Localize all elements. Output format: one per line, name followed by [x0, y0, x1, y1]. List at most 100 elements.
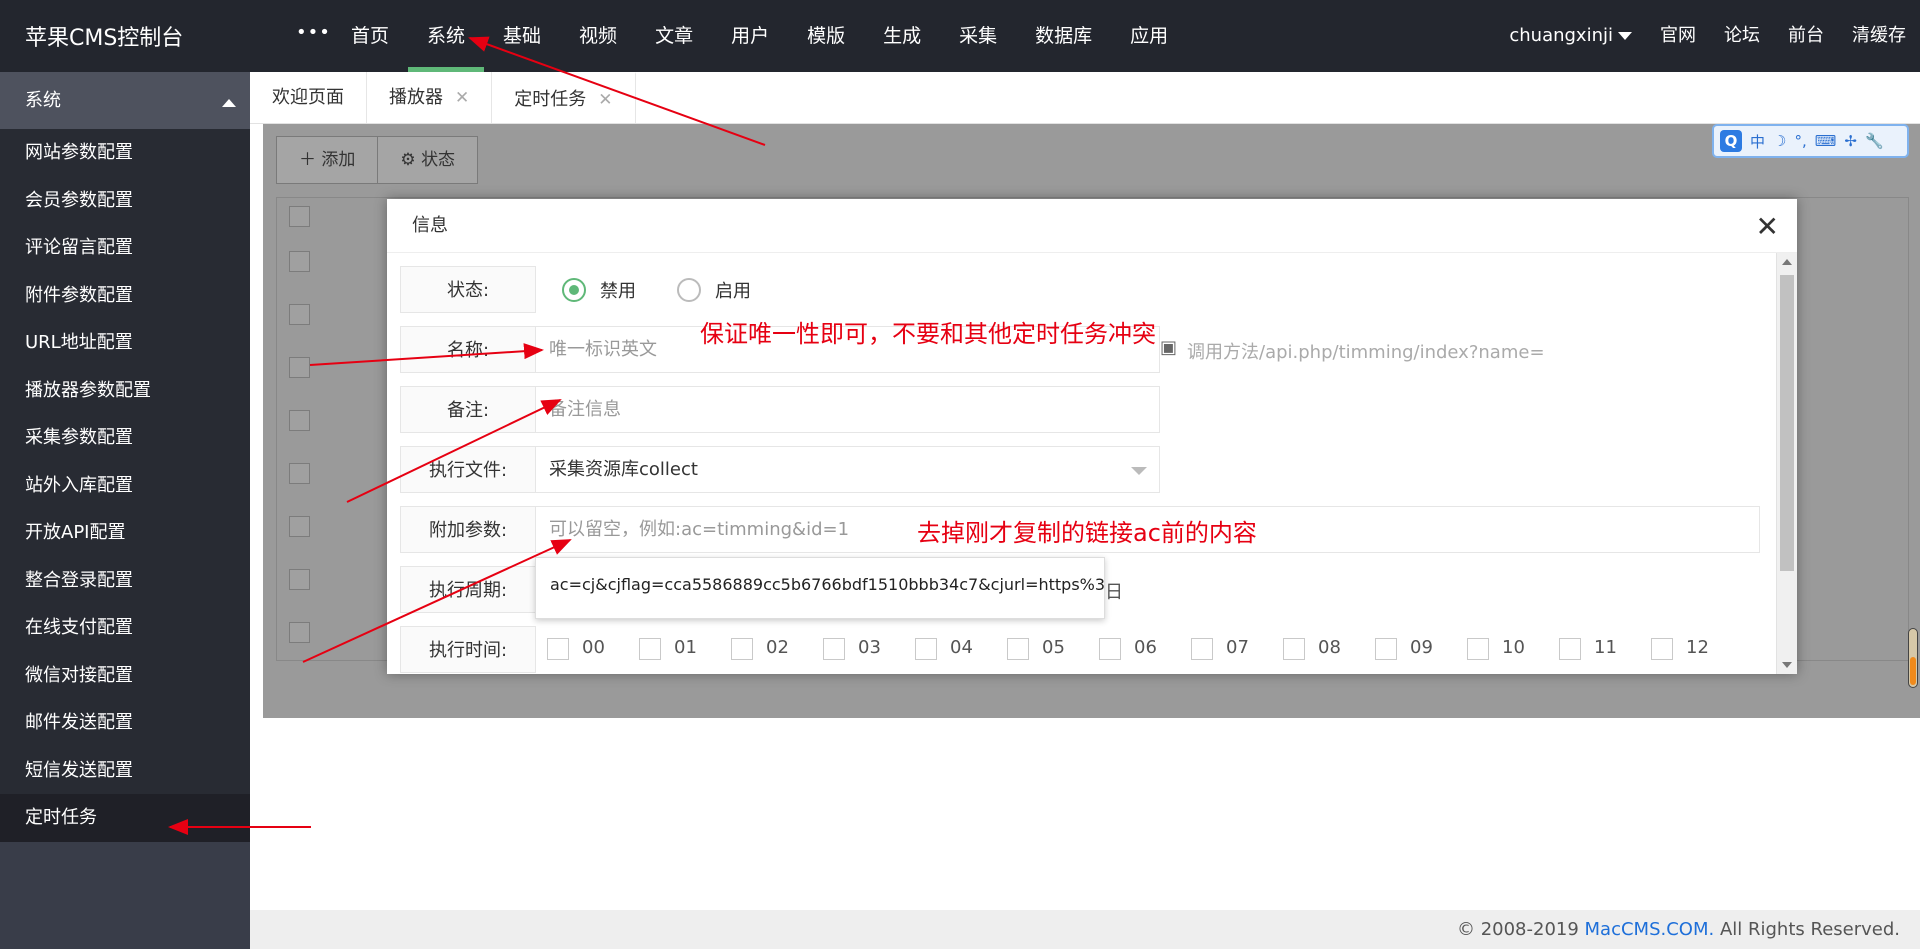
nav-database[interactable]: 数据库 — [1016, 0, 1111, 72]
copyright-suffix: All Rights Reserved. — [1714, 919, 1900, 940]
header-right-links: chuangxinji 官网 论坛 前台 清缓存 — [1495, 0, 1920, 72]
tab-cron-tasks[interactable]: 定时任务 ✕ — [492, 72, 636, 123]
radio-enabled[interactable]: 启用 — [677, 277, 751, 303]
sidebar-list: 网站参数配置 会员参数配置 评论留言配置 附件参数配置 URL地址配置 播放器参… — [0, 129, 250, 842]
close-icon[interactable]: ✕ — [455, 88, 469, 108]
checkbox-hour-00[interactable] — [547, 638, 569, 660]
sidebar-item-login-config[interactable]: 整合登录配置 — [0, 557, 250, 605]
scroll-up-icon[interactable] — [1782, 259, 1792, 265]
sidebar-group-system[interactable]: 系统 — [0, 72, 250, 129]
status-label: 状态: — [400, 266, 536, 313]
checkbox-hour-10[interactable] — [1467, 638, 1489, 660]
sidebar-item-member-config[interactable]: 会员参数配置 — [0, 177, 250, 225]
row-checkbox[interactable] — [289, 304, 310, 325]
nav-template[interactable]: 模版 — [788, 0, 864, 72]
nav-home[interactable]: 首页 — [332, 0, 408, 72]
checkbox-label: 04 — [950, 637, 973, 658]
row-checkbox[interactable] — [289, 463, 310, 484]
row-checkbox[interactable] — [289, 410, 310, 431]
link-clear-cache[interactable]: 清缓存 — [1838, 0, 1920, 72]
nav-collect[interactable]: 采集 — [940, 0, 1016, 72]
nav-system[interactable]: 系统 — [408, 0, 485, 72]
punctuation-icon[interactable]: °, — [1794, 132, 1806, 150]
nav-apps[interactable]: 应用 — [1111, 0, 1187, 72]
tools-icon[interactable]: ✢ — [1844, 132, 1857, 150]
main-nav: 首页 系统 基础 视频 文章 用户 模版 生成 采集 数据库 应用 — [332, 0, 1187, 72]
top-header: 苹果CMS控制台 ••• 首页 系统 基础 视频 文章 用户 模版 生成 采集 … — [0, 0, 1920, 72]
checkbox-label: 06 — [1134, 637, 1157, 658]
sidebar-item-wechat-config[interactable]: 微信对接配置 — [0, 652, 250, 700]
sidebar-item-open-api[interactable]: 开放API配置 — [0, 509, 250, 557]
row-checkbox[interactable] — [289, 357, 310, 378]
dialog-scrollbar[interactable] — [1776, 253, 1797, 674]
checkbox-hour-04[interactable] — [915, 638, 937, 660]
tab-player[interactable]: 播放器 ✕ — [367, 72, 493, 123]
row-checkbox[interactable] — [289, 569, 310, 590]
checkbox-hour-07[interactable] — [1191, 638, 1213, 660]
checkbox-hour-12[interactable] — [1651, 638, 1673, 660]
checkbox-hour-05[interactable] — [1007, 638, 1029, 660]
sidebar-item-comment-config[interactable]: 评论留言配置 — [0, 224, 250, 272]
tab-welcome[interactable]: 欢迎页面 — [250, 72, 367, 123]
sidebar-item-cron-tasks[interactable]: 定时任务 — [0, 794, 250, 842]
nav-generate[interactable]: 生成 — [864, 0, 940, 72]
sidebar-item-payment-config[interactable]: 在线支付配置 — [0, 604, 250, 652]
ime-chinese-mode[interactable]: 中 — [1750, 131, 1765, 152]
ime-logo-icon: Q — [1720, 130, 1742, 152]
checkbox-label: 07 — [1226, 637, 1249, 658]
add-button[interactable]: ＋ 添加 — [277, 137, 378, 183]
checkbox-hour-09[interactable] — [1375, 638, 1397, 660]
name-hint: 调用方法/api.php/timming/index?name= — [1187, 342, 1545, 363]
plus-icon: ＋ — [299, 150, 316, 170]
hours-row: 执行时间: 00 01 02 03 04 05 06 07 08 09 10 11 12 — [400, 626, 1760, 673]
row-checkbox[interactable] — [289, 516, 310, 537]
ime-toolbar[interactable]: Q 中 ☽ °, ⌨ ✢ 🔧 — [1712, 124, 1909, 158]
wrench-icon[interactable]: 🔧 — [1865, 132, 1884, 150]
scroll-thumb[interactable] — [1780, 275, 1794, 571]
maccms-link[interactable]: MacCMS.COM. — [1585, 919, 1715, 940]
add-label: 添加 — [321, 150, 356, 170]
nav-video[interactable]: 视频 — [560, 0, 636, 72]
nav-article[interactable]: 文章 — [636, 0, 712, 72]
nav-user[interactable]: 用户 — [712, 0, 788, 72]
link-forum[interactable]: 论坛 — [1710, 0, 1774, 72]
dialog-title: 信息 — [387, 199, 1797, 253]
radio-disabled[interactable]: 禁用 — [562, 277, 636, 303]
select-all-checkbox[interactable] — [289, 206, 310, 227]
row-checkbox[interactable] — [289, 622, 310, 643]
link-official[interactable]: 官网 — [1646, 0, 1710, 72]
user-menu[interactable]: chuangxinji — [1495, 0, 1646, 72]
sidebar-item-attachment-config[interactable]: 附件参数配置 — [0, 272, 250, 320]
checkbox-hour-08[interactable] — [1283, 638, 1305, 660]
checkbox-hour-01[interactable] — [639, 638, 661, 660]
checkbox-hour-06[interactable] — [1099, 638, 1121, 660]
sidebar: 系统 网站参数配置 会员参数配置 评论留言配置 附件参数配置 URL地址配置 播… — [0, 72, 250, 949]
scroll-down-icon[interactable] — [1782, 662, 1792, 668]
sidebar-item-url-config[interactable]: URL地址配置 — [0, 319, 250, 367]
keyboard-icon[interactable]: ⌨ — [1815, 132, 1837, 150]
sidebar-item-collect-config[interactable]: 采集参数配置 — [0, 414, 250, 462]
file-row: 执行文件: 采集资源库collect — [400, 446, 1200, 493]
more-menu-icon[interactable]: ••• — [296, 22, 331, 43]
close-icon[interactable]: ✕ — [598, 90, 612, 110]
status-button[interactable]: ⚙ 状态 — [377, 137, 478, 183]
nav-basic[interactable]: 基础 — [484, 0, 560, 72]
file-select[interactable]: 采集资源库collect — [535, 446, 1160, 493]
radio-dot-checked — [562, 278, 586, 302]
moon-icon[interactable]: ☽ — [1773, 132, 1786, 150]
sidebar-item-external-import[interactable]: 站外入库配置 — [0, 462, 250, 510]
page-scroll-indicator[interactable] — [1908, 628, 1918, 688]
sidebar-item-sms-config[interactable]: 短信发送配置 — [0, 747, 250, 795]
sidebar-item-player-config[interactable]: 播放器参数配置 — [0, 367, 250, 415]
row-checkbox[interactable] — [289, 251, 310, 272]
remark-input[interactable]: 备注信息 — [535, 386, 1160, 433]
sidebar-item-site-config[interactable]: 网站参数配置 — [0, 129, 250, 177]
checkbox-hour-03[interactable] — [823, 638, 845, 660]
link-frontend[interactable]: 前台 — [1774, 0, 1838, 72]
gear-icon: ⚙ — [400, 150, 416, 170]
checkbox-hour-02[interactable] — [731, 638, 753, 660]
sidebar-item-email-config[interactable]: 邮件发送配置 — [0, 699, 250, 747]
close-icon[interactable]: ✕ — [1756, 210, 1779, 243]
autocomplete-suggestion[interactable]: ac=cj&cjflag=cca5586889cc5b6766bdf1510bb… — [535, 557, 1105, 619]
checkbox-hour-11[interactable] — [1559, 638, 1581, 660]
